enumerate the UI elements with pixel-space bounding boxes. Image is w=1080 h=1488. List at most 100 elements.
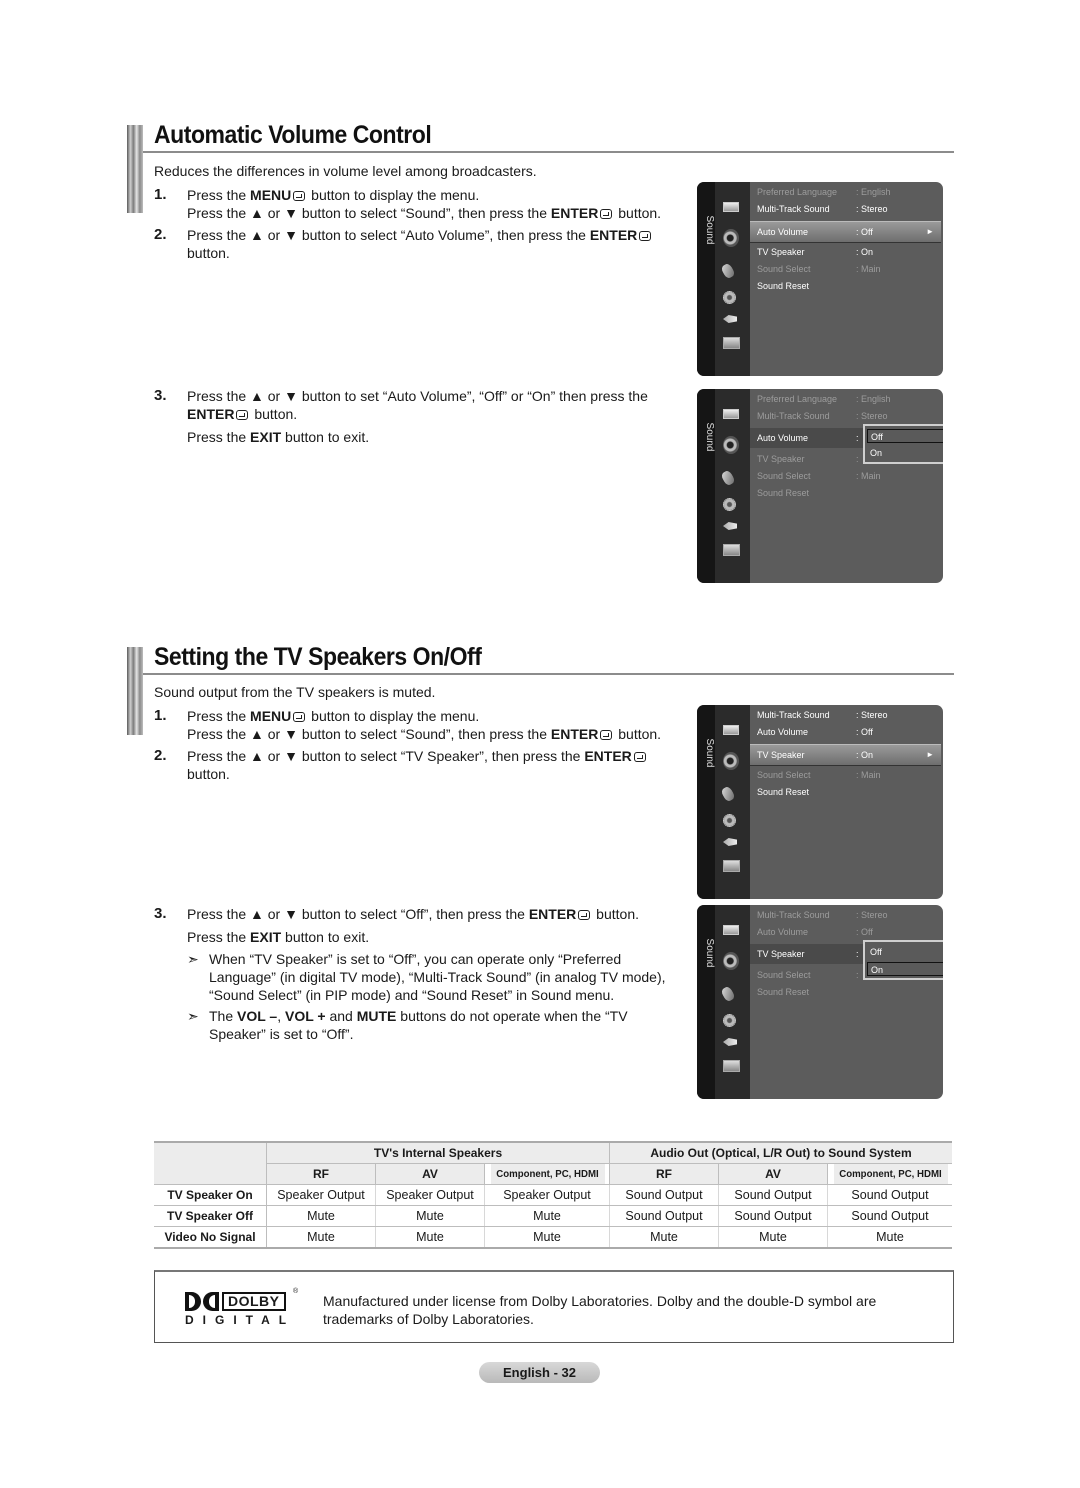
- menu-item-label: Auto Volume: [757, 227, 809, 237]
- enter-icon: [578, 910, 591, 920]
- step-text: Press the ▲ or ▼ button to select “TV Sp…: [187, 747, 648, 783]
- menu-item-value: :: [856, 949, 859, 959]
- table-row: TV Speaker Off Mute Mute Mute Sound Output So…: [154, 1205, 952, 1227]
- menu-item-label: Multi-Track Sound: [757, 910, 830, 920]
- menu-item-value: : Stereo: [856, 910, 888, 920]
- menu-item[interactable]: Sound Select: Main: [757, 261, 937, 278]
- tv-menu-screenshot: Sound Multi-Track Sound: Stereo Auto Volum…: [697, 705, 943, 899]
- menu-item[interactable]: Sound Reset: [757, 278, 937, 295]
- section-rule: [143, 151, 954, 153]
- menu-item[interactable]: Multi-Track Sound : Stereo: [757, 907, 937, 924]
- menu-item-value: :: [856, 970, 859, 980]
- section-intro: Reduces the differences in volume level …: [154, 163, 537, 179]
- button-name: EXIT: [250, 929, 282, 945]
- table-row: TV Speaker On Speaker Output Speaker Outpu…: [154, 1184, 952, 1206]
- menu-item[interactable]: Sound Reset: [757, 784, 937, 801]
- menu-item-value: : On: [856, 750, 874, 760]
- step-line: ENTER button.: [187, 405, 648, 423]
- menu-item[interactable]: Auto Volume: Off ►: [750, 221, 941, 243]
- popup-option[interactable]: On: [867, 446, 943, 460]
- menu-item[interactable]: Auto Volume: Off: [757, 724, 937, 741]
- menu-item[interactable]: TV Speaker: On ►: [750, 744, 941, 766]
- table-sub-header: Component, PC, HDMI: [489, 1163, 605, 1185]
- menu-item-value: : Stereo: [856, 710, 888, 720]
- table-cell: Mute: [266, 1226, 376, 1249]
- menu-item-label: TV Speaker: [757, 247, 805, 257]
- menu-item[interactable]: Sound Select: Main: [757, 767, 937, 784]
- note-line: “Sound Select” (in PIP mode) and “Sound …: [209, 987, 615, 1003]
- button-name: ENTER: [187, 406, 235, 422]
- note-line: The VOL –, VOL + and MUTE buttons do not…: [209, 1007, 628, 1025]
- menu-item-label: Multi-Track Sound: [757, 411, 830, 421]
- enter-icon: [293, 191, 306, 201]
- submenu-arrow-icon: ►: [926, 227, 934, 236]
- menu-item[interactable]: Preferred Language: English: [757, 184, 937, 201]
- menu-item-label: Sound Reset: [757, 281, 810, 291]
- step-number: 1.: [154, 186, 167, 203]
- menu-item-label: Multi-Track Sound: [757, 204, 830, 214]
- table-cell: Mute: [375, 1226, 485, 1249]
- note-text: When “TV Speaker” is set to “Off”, you c…: [209, 950, 666, 1004]
- dolby-digital-word: DIGITAL: [185, 1313, 296, 1327]
- section-accent-bar: [127, 647, 143, 735]
- table-cell: Mute: [266, 1205, 376, 1227]
- note-line: When “TV Speaker” is set to “Off”, you c…: [209, 951, 622, 967]
- text: Press the: [187, 929, 251, 945]
- button-name: VOL –: [237, 1008, 278, 1024]
- enter-icon: [600, 209, 613, 219]
- table-sub-header: AV: [718, 1163, 828, 1185]
- tv-menu-screenshot: Sound Preferred Language: English Multi-Tr…: [697, 389, 943, 583]
- text: Press the ▲ or ▼ button to set “Auto Vol…: [187, 388, 648, 404]
- table-cell: Sound Output: [609, 1205, 719, 1227]
- speaker-output-table: TV's Internal Speakers Audio Out (Optica…: [154, 1141, 952, 1249]
- popup-option[interactable]: On: [867, 962, 943, 976]
- menu-item-label: TV Speaker: [757, 750, 805, 760]
- text: The: [209, 1008, 238, 1024]
- text: and: [325, 1008, 357, 1024]
- menu-category-label: Sound: [704, 938, 715, 968]
- text: button to display the menu.: [307, 187, 480, 203]
- option-popup[interactable]: Off On: [863, 424, 943, 464]
- menu-item[interactable]: Sound Reset: [757, 984, 937, 1001]
- section-intro: Sound output from the TV speakers is mut…: [154, 684, 436, 700]
- application-icon: [723, 337, 740, 349]
- note-line: Language” (in digital TV mode), “Multi-T…: [209, 969, 666, 985]
- menu-item-value: : Main: [856, 471, 881, 481]
- button-name: ENTER: [584, 748, 632, 764]
- dolby-digital-logo: DOLBY ® DIGITAL: [185, 1288, 298, 1328]
- dolby-text-line: Manufactured under license from Dolby La…: [323, 1293, 877, 1309]
- setup-icon: [723, 498, 736, 511]
- popup-option[interactable]: Off: [867, 429, 943, 443]
- menu-item-label: Auto Volume: [757, 433, 809, 443]
- picture-icon: [723, 202, 739, 212]
- step-number: 2.: [154, 226, 167, 243]
- menu-item[interactable]: Preferred Language: English: [757, 391, 937, 408]
- sound-icon: [723, 229, 739, 247]
- text: button to display the menu.: [307, 708, 480, 724]
- menu-item-label: Sound Select: [757, 770, 811, 780]
- table-group-header: Audio Out (Optical, L/R Out) to Sound Sy…: [609, 1141, 952, 1164]
- step-number: 3.: [154, 905, 167, 922]
- menu-item[interactable]: Multi-Track Sound: Stereo: [757, 707, 937, 724]
- step-line: Press the MENU button to display the men…: [187, 186, 661, 204]
- text: ,: [277, 1008, 285, 1024]
- button-name: VOL +: [285, 1008, 326, 1024]
- menu-item[interactable]: Multi-Track Sound: Stereo: [757, 201, 937, 218]
- menu-item[interactable]: Multi-Track Sound: Stereo: [757, 408, 937, 425]
- menu-item[interactable]: Sound Reset: [757, 485, 937, 502]
- popup-option[interactable]: Off: [867, 945, 943, 959]
- table-group-header: TV's Internal Speakers: [266, 1141, 610, 1164]
- menu-item[interactable]: Auto Volume: Off: [757, 924, 937, 941]
- menu-item-label: Auto Volume: [757, 927, 809, 937]
- button-name: MENU: [250, 187, 292, 203]
- double-d-icon: [185, 1292, 201, 1311]
- setup-icon: [723, 814, 736, 827]
- menu-item-value: :: [856, 433, 859, 443]
- menu-item[interactable]: TV Speaker: On: [757, 244, 937, 261]
- menu-item[interactable]: Sound Select: Main: [757, 468, 937, 485]
- button-name: ENTER: [528, 906, 577, 922]
- menu-category-label: Sound: [704, 738, 715, 768]
- option-popup[interactable]: Off On: [863, 940, 943, 980]
- table-cell: Speaker Output: [484, 1184, 610, 1206]
- table-row-header: TV Speaker Off: [154, 1205, 267, 1227]
